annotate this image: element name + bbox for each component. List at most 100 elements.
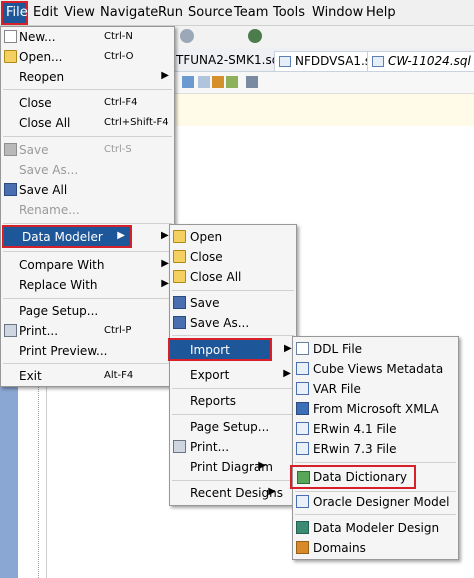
erwin-file-icon	[296, 442, 309, 455]
separator	[172, 388, 294, 389]
format-icon[interactable]	[226, 76, 238, 88]
file-reopen[interactable]: Reopen ▶	[1, 67, 174, 87]
cube-views-icon	[296, 362, 309, 375]
tab-tfuna2[interactable]: TFUNA2-SMK1.sql	[172, 51, 289, 71]
dm-print-diagram[interactable]: Print Diagram ▶	[170, 457, 296, 477]
eraser-icon[interactable]	[212, 76, 224, 88]
erwin-file-icon	[296, 422, 309, 435]
menu-run[interactable]: Run	[158, 5, 183, 20]
ddl-file-icon	[296, 342, 309, 355]
file-print-preview[interactable]: Print Preview...	[1, 341, 174, 361]
submenu-arrow-icon: ▶	[161, 230, 169, 241]
file-save[interactable]: Save Ctrl-S	[1, 140, 174, 160]
file-exit[interactable]: Exit Alt-F4	[1, 366, 174, 386]
menu-tools[interactable]: Tools	[273, 5, 305, 20]
import-domains[interactable]: Domains	[293, 538, 458, 558]
separator	[3, 363, 172, 364]
xmla-icon	[296, 402, 309, 415]
dm-print[interactable]: Print...	[170, 437, 296, 457]
separator	[3, 136, 172, 137]
rollback-icon[interactable]	[198, 76, 210, 88]
file-compare-with[interactable]: Compare With ▶	[1, 255, 174, 275]
dm-close[interactable]: Close	[170, 247, 296, 267]
dm-save-as[interactable]: Save As...	[170, 313, 296, 333]
menu-edit[interactable]: Edit	[33, 5, 58, 20]
domains-icon	[296, 541, 309, 554]
separator	[295, 514, 456, 515]
dm-open[interactable]: Open	[170, 227, 296, 247]
menu-source[interactable]: Source	[188, 5, 233, 20]
editor-margin-line	[46, 370, 47, 578]
folder-icon	[173, 250, 186, 263]
file-data-modeler[interactable]: Data Modeler ▶	[2, 225, 132, 248]
import-erwin73[interactable]: ERwin 7.3 File	[293, 439, 458, 459]
save-all-icon	[4, 183, 17, 196]
menu-bar: File Edit View Navigate Run Source Team …	[0, 0, 474, 26]
save-icon	[4, 143, 17, 156]
menu-window[interactable]: Window	[312, 5, 363, 20]
submenu-arrow-icon: ▶	[117, 230, 125, 241]
save-as-icon	[173, 316, 186, 329]
dm-export[interactable]: Export ▶	[170, 365, 296, 385]
separator	[3, 298, 172, 299]
explain-icon[interactable]	[246, 76, 258, 88]
separator	[3, 223, 172, 224]
menu-help[interactable]: Help	[366, 5, 396, 20]
import-erwin41[interactable]: ERwin 4.1 File	[293, 419, 458, 439]
submenu-arrow-icon: ▶	[283, 368, 291, 379]
dm-reports[interactable]: Reports	[170, 391, 296, 411]
dm-close-all[interactable]: Close All	[170, 267, 296, 287]
submenu-arrow-icon: ▶	[284, 343, 292, 354]
import-xmla[interactable]: From Microsoft XMLA	[293, 399, 458, 419]
sql-file-icon	[279, 56, 291, 67]
separator	[172, 414, 294, 415]
printer-icon	[173, 440, 186, 453]
import-cube-views[interactable]: Cube Views Metadata	[293, 359, 458, 379]
file-close-all[interactable]: Close All Ctrl+Shift-F4	[1, 113, 174, 133]
toolbar-dropdown-icon[interactable]	[180, 29, 194, 43]
file-replace-with[interactable]: Replace With ▶	[1, 275, 174, 295]
import-var-file[interactable]: VAR File	[293, 379, 458, 399]
submenu-arrow-icon: ▶	[161, 258, 169, 269]
toolbar-run-icon[interactable]	[248, 29, 262, 43]
submenu-arrow-icon: ▶	[258, 460, 266, 471]
import-ddl-file[interactable]: DDL File	[293, 339, 458, 359]
file-save-all[interactable]: Save All	[1, 180, 174, 200]
file-save-as[interactable]: Save As...	[1, 160, 174, 180]
var-file-icon	[296, 382, 309, 395]
dm-page-setup[interactable]: Page Setup...	[170, 417, 296, 437]
menu-navigate[interactable]: Navigate	[100, 5, 158, 20]
submenu-arrow-icon: ▶	[268, 486, 276, 497]
commit-icon[interactable]	[182, 76, 194, 88]
oracle-designer-icon	[296, 495, 309, 508]
separator	[295, 462, 456, 463]
sql-file-icon	[372, 56, 384, 67]
printer-icon	[4, 324, 17, 337]
dm-import[interactable]: Import	[168, 338, 272, 361]
folder-icon	[4, 50, 17, 63]
file-open[interactable]: Open... Ctrl-O	[1, 47, 174, 67]
dm-recent-designs[interactable]: Recent Designs ▶	[170, 483, 296, 503]
dm-save[interactable]: Save	[170, 293, 296, 313]
separator	[172, 480, 294, 481]
file-close[interactable]: Close Ctrl-F4	[1, 93, 174, 113]
save-icon	[173, 296, 186, 309]
file-new[interactable]: New... Ctrl-N	[1, 27, 174, 47]
import-oracle-designer[interactable]: Oracle Designer Model	[293, 492, 458, 512]
editor-guide-line	[38, 370, 39, 578]
file-rename[interactable]: Rename...	[1, 200, 174, 220]
tab-cw-11024[interactable]: CW-11024.sql	[367, 51, 474, 71]
folder-icon	[173, 270, 186, 283]
folder-icon	[173, 230, 186, 243]
file-page-setup[interactable]: Page Setup...	[1, 301, 174, 321]
import-data-dictionary[interactable]: Data Dictionary	[290, 465, 416, 489]
import-dm-design[interactable]: Data Modeler Design	[293, 518, 458, 538]
new-file-icon	[4, 30, 17, 43]
separator	[3, 89, 172, 90]
menu-file[interactable]: File	[1, 1, 28, 25]
file-print[interactable]: Print... Ctrl-P	[1, 321, 174, 341]
menu-view[interactable]: View	[64, 5, 95, 20]
separator	[172, 290, 294, 291]
menu-team[interactable]: Team	[234, 5, 268, 20]
submenu-arrow-icon: ▶	[161, 278, 169, 289]
